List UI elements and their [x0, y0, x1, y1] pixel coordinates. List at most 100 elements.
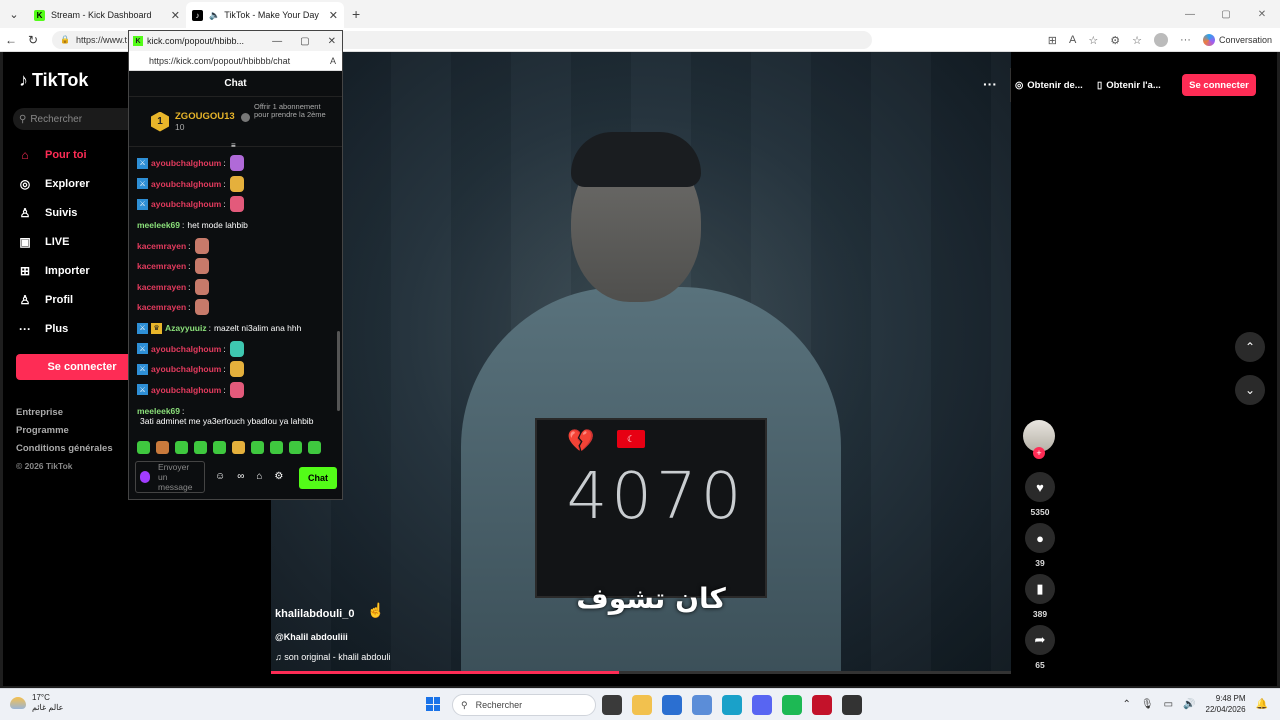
emote-button[interactable]	[156, 441, 169, 454]
network-icon[interactable]: ▭	[1164, 699, 1173, 710]
microphone-icon[interactable]	[140, 471, 150, 483]
get-coins-button[interactable]: ◎ Obtenir de...	[1015, 74, 1083, 96]
emote-button[interactable]	[251, 441, 264, 454]
emoji-icon[interactable]: ☺	[215, 471, 225, 482]
more-options-icon[interactable]: ···	[983, 76, 997, 92]
emote-button[interactable]	[308, 441, 321, 454]
video-author[interactable]: khalilabdouli_0	[275, 608, 354, 620]
chat-username[interactable]: kacemrayen	[137, 241, 186, 251]
share-action[interactable]: ➦ 65	[1023, 625, 1057, 672]
chat-username[interactable]: ayoubchalghoum	[151, 364, 221, 374]
clock[interactable]: 9:48 PM 22/04/2026	[1206, 693, 1246, 715]
maximize-icon[interactable]: ▢	[1208, 9, 1244, 20]
taskbar-search[interactable]: ⚲ Rechercher	[452, 694, 596, 716]
volume-icon[interactable]: 🔊	[1183, 699, 1195, 710]
discord-icon[interactable]	[752, 695, 772, 715]
minimize-icon[interactable]: —	[1172, 9, 1208, 20]
emote-button[interactable]	[137, 441, 150, 454]
close-window-icon[interactable]: ✕	[328, 36, 336, 47]
collections-icon[interactable]: ☆	[1132, 34, 1142, 47]
nav-item-explorer[interactable]: ◎ Explorer	[17, 169, 90, 198]
back-icon[interactable]: ←	[0, 33, 22, 47]
more-menu-icon[interactable]: ···	[1180, 34, 1191, 46]
chat-username[interactable]: meeleek69	[137, 220, 180, 230]
like-action[interactable]: ♥ 5350	[1023, 472, 1057, 519]
chat-username[interactable]: kacemrayen	[137, 261, 186, 271]
chat-username[interactable]: kacemrayen	[137, 282, 186, 292]
refresh-icon[interactable]: ↻	[22, 33, 44, 47]
chat-message-input[interactable]: Envoyer un message	[135, 461, 205, 493]
tab-kick-dashboard[interactable]: K Stream - Kick Dashboard ✕	[28, 2, 186, 28]
emote-button[interactable]	[289, 441, 302, 454]
nav-item-importer[interactable]: ⊞ Importer	[17, 256, 90, 285]
chat-scrollbar[interactable]	[337, 331, 340, 411]
comment-action[interactable]: ● 39	[1023, 523, 1057, 570]
top-gifter[interactable]: ZGOUGOU13 10	[175, 111, 235, 132]
nav-item-suivis[interactable]: ♙ Suivis	[17, 198, 90, 227]
popout-url-bar[interactable]: https://kick.com/popout/hbibbb/chat A	[129, 51, 342, 71]
store-app-icon[interactable]	[662, 695, 682, 715]
tab-tiktok[interactable]: ♪ 🔈 TikTok - Make Your Day ✕	[186, 2, 344, 28]
chat-username[interactable]: ayoubchalghoum	[151, 344, 221, 354]
previous-video-button[interactable]: ⌃	[1235, 332, 1265, 362]
profile-avatar-icon[interactable]	[1153, 33, 1168, 47]
collapse-pinned-icon[interactable]: ≡	[231, 141, 236, 150]
spotify-icon[interactable]	[782, 695, 802, 715]
creative-app-icon[interactable]	[812, 695, 832, 715]
get-app-button[interactable]: ▯ Obtenir l'a...	[1097, 74, 1161, 96]
chat-username[interactable]: ayoubchalghoum	[151, 179, 221, 189]
nav-item-live[interactable]: ▣ LIVE	[17, 227, 90, 256]
creator-avatar[interactable]: +	[1023, 420, 1055, 459]
header-login-button[interactable]: Se connecter	[1182, 74, 1256, 96]
video-progress-bar[interactable]	[271, 671, 1011, 674]
favorite-star-icon[interactable]: ☆	[1088, 34, 1098, 47]
chat-username[interactable]: ayoubchalghoum	[151, 385, 221, 395]
app-icon[interactable]: ⊞	[1048, 34, 1057, 47]
footer-link-entreprise[interactable]: Entreprise	[16, 407, 113, 425]
microphone-icon[interactable]: 🎙	[1141, 699, 1154, 710]
follow-plus-icon[interactable]: +	[1033, 447, 1045, 459]
outlook-icon[interactable]	[692, 695, 712, 715]
video-sound[interactable]: ♫ son original - khalil abdouli	[275, 652, 390, 662]
chat-username[interactable]: meeleek69	[137, 406, 180, 416]
file-explorer-icon[interactable]	[632, 695, 652, 715]
app-icon[interactable]	[842, 695, 862, 715]
next-video-button[interactable]: ⌄	[1235, 375, 1265, 405]
emote-button[interactable]	[232, 441, 245, 454]
chat-username[interactable]: Azayyuuiz	[165, 323, 207, 333]
task-view-icon[interactable]	[602, 695, 622, 715]
weather-widget[interactable]: 17°C عالم غائم	[10, 693, 63, 713]
new-tab-button[interactable]: +	[352, 6, 360, 22]
extensions-icon[interactable]: ⚙	[1110, 34, 1120, 47]
chevron-up-icon[interactable]: ⌃	[1123, 699, 1131, 710]
maximize-icon[interactable]: ▢	[300, 36, 309, 47]
search-input[interactable]: ⚲ Rechercher	[13, 108, 143, 130]
close-tab-icon[interactable]: ✕	[329, 9, 338, 22]
footer-link-conditions[interactable]: Conditions générales	[16, 443, 113, 461]
video-player[interactable]: 💔 ☾ 4070 كان تشوف khalilabdouli_0 @Khali…	[271, 52, 1011, 674]
minimize-icon[interactable]: —	[272, 36, 282, 47]
speaker-icon[interactable]: 🔈	[209, 10, 220, 21]
settings-gear-icon[interactable]: ⚙	[274, 471, 283, 482]
chat-username[interactable]: ayoubchalghoum	[151, 158, 221, 168]
close-tab-icon[interactable]: ✕	[171, 9, 180, 22]
translate-icon[interactable]: A	[1069, 34, 1076, 46]
gift-sub-offer[interactable]: Offrir 1 abonnement pour prendre la 2ème	[241, 103, 331, 122]
save-action[interactable]: ▮ 389	[1023, 574, 1057, 621]
tab-actions-menu[interactable]: ⌄	[0, 8, 28, 21]
footer-link-programme[interactable]: Programme	[16, 425, 113, 443]
notifications-icon[interactable]: 🔔	[1256, 699, 1268, 710]
link-icon[interactable]: ∞	[237, 471, 244, 482]
edge-icon[interactable]	[722, 695, 742, 715]
chat-username[interactable]: ayoubchalghoum	[151, 199, 221, 209]
nav-item-profil[interactable]: ♙ Profil	[17, 285, 90, 314]
close-window-icon[interactable]: ✕	[1244, 9, 1280, 20]
emote-button[interactable]	[213, 441, 226, 454]
nav-item-plus[interactable]: ··· Plus	[17, 314, 90, 343]
emote-button[interactable]	[194, 441, 207, 454]
copilot-conversation-button[interactable]: Conversation	[1202, 34, 1272, 46]
emote-button[interactable]	[270, 441, 283, 454]
send-chat-button[interactable]: Chat	[299, 467, 337, 489]
tiktok-logo[interactable]: ♪ TikTok	[19, 70, 88, 91]
emote-button[interactable]	[175, 441, 188, 454]
